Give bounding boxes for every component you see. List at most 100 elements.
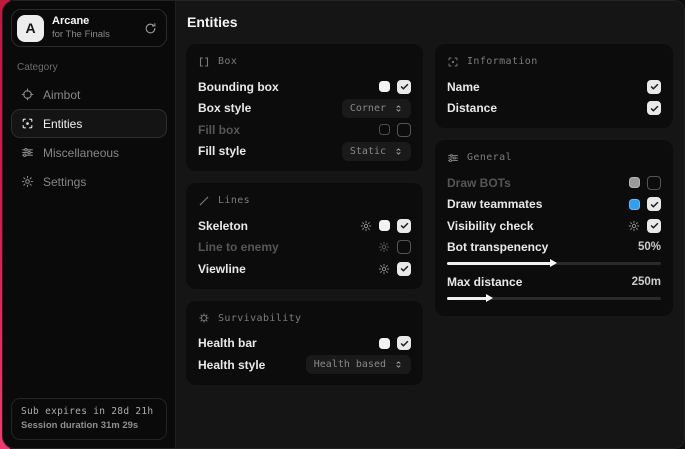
max-distance-value: 250m [632, 276, 661, 288]
health-bar-label: Health bar [198, 336, 257, 350]
max-distance-slider-group: Max distance 250m [447, 272, 661, 300]
crosshair-icon [21, 88, 34, 101]
sidebar-nav: Aimbot Entities Miscellaneous [11, 80, 167, 196]
line-to-enemy-checkbox[interactable] [397, 240, 411, 254]
category-label: Category [17, 62, 161, 73]
right-column: Information Name Distance [435, 44, 673, 316]
information-card-title: Information [467, 56, 538, 67]
lines-card-title: Lines [218, 195, 250, 206]
chevron-up-down-icon [394, 104, 403, 113]
fill-style-dropdown[interactable]: Static [342, 142, 411, 161]
scan-dot-icon [447, 56, 459, 68]
name-checkbox[interactable] [647, 80, 661, 94]
sidebar-item-settings[interactable]: Settings [11, 167, 167, 196]
chevron-up-down-icon [394, 147, 403, 156]
general-card-title: General [467, 152, 512, 163]
viewline-settings-gear-icon[interactable] [378, 263, 390, 275]
row-line-to-enemy: Line to enemy [198, 237, 411, 259]
bot-transparency-slider-thumb[interactable] [550, 259, 557, 267]
fill-box-label: Fill box [198, 123, 240, 137]
session-duration-text: Session duration 31m 29s [21, 420, 157, 431]
general-card-header: General [447, 149, 661, 166]
name-label: Name [447, 80, 480, 94]
box-style-value: Corner [350, 103, 386, 114]
row-distance: Distance [447, 98, 661, 120]
sub-expiry-text: Sub expires in 28d 21h [21, 406, 157, 417]
row-skeleton: Skeleton [198, 215, 411, 237]
lines-card-header: Lines [198, 192, 411, 209]
sidebar-item-entities[interactable]: Entities [11, 109, 167, 138]
bounding-box-label: Bounding box [198, 80, 279, 94]
draw-teammates-color-swatch[interactable] [629, 199, 640, 210]
visibility-check-label: Visibility check [447, 219, 534, 233]
gear-icon [21, 175, 34, 188]
health-bar-color-swatch[interactable] [379, 338, 390, 349]
skeleton-label: Skeleton [198, 219, 248, 233]
card-columns: Box Bounding box Box [186, 44, 673, 385]
bot-transparency-slider[interactable] [447, 262, 661, 265]
row-viewline: Viewline [198, 258, 411, 280]
pulse-circle-icon [198, 312, 210, 324]
survivability-card: Survivability Health bar [186, 301, 423, 385]
fill-box-color-swatch[interactable] [379, 124, 390, 135]
bot-transparency-label: Bot transpenency [447, 240, 548, 254]
max-distance-slider[interactable] [447, 297, 661, 300]
line-to-enemy-settings-gear-icon[interactable] [378, 241, 390, 253]
draw-bots-checkbox[interactable] [647, 176, 661, 190]
visibility-check-checkbox[interactable] [647, 219, 661, 233]
bounding-box-color-swatch[interactable] [379, 81, 390, 92]
general-card: General Draw BOTs Dr [435, 140, 673, 316]
row-bounding-box: Bounding box [198, 76, 411, 98]
sidebar-item-miscellaneous[interactable]: Miscellaneous [11, 138, 167, 167]
row-health-bar: Health bar [198, 333, 411, 355]
fill-style-value: Static [350, 146, 386, 157]
box-card: Box Bounding box Box [186, 44, 423, 171]
subscription-info-card: Sub expires in 28d 21h Session duration … [11, 398, 167, 440]
row-draw-teammates: Draw teammates [447, 194, 661, 216]
health-style-label: Health style [198, 358, 265, 372]
row-box-style: Box style Corner [198, 98, 411, 120]
sidebar: A Arcane for The Finals Category Aimbot [3, 1, 176, 448]
sync-icon[interactable] [144, 22, 157, 35]
row-health-style: Health style Health based [198, 354, 411, 376]
max-distance-slider-thumb[interactable] [486, 294, 493, 302]
health-style-dropdown[interactable]: Health based [306, 355, 411, 374]
box-card-title: Box [218, 56, 237, 67]
row-fill-box: Fill box [198, 119, 411, 141]
health-bar-checkbox[interactable] [397, 336, 411, 350]
distance-label: Distance [447, 101, 497, 115]
draw-bots-color-swatch[interactable] [629, 177, 640, 188]
viewline-checkbox[interactable] [397, 262, 411, 276]
bounding-box-checkbox[interactable] [397, 80, 411, 94]
row-draw-bots: Draw BOTs [447, 172, 661, 194]
brackets-icon [198, 56, 210, 68]
sidebar-item-label: Settings [43, 175, 86, 189]
bot-transparency-slider-fill [447, 262, 554, 265]
box-style-dropdown[interactable]: Corner [342, 99, 411, 118]
main-panel: Entities Box Bounding box [176, 1, 685, 448]
line-to-enemy-label: Line to enemy [198, 240, 279, 254]
skeleton-settings-gear-icon[interactable] [360, 220, 372, 232]
chevron-up-down-icon [394, 360, 403, 369]
app-meta: Arcane for The Finals [52, 15, 110, 41]
distance-checkbox[interactable] [647, 101, 661, 115]
scan-person-icon [21, 117, 34, 130]
app-logo: A [17, 15, 44, 42]
lines-card: Lines Skeleton [186, 183, 423, 289]
row-name: Name [447, 76, 661, 98]
row-visibility-check: Visibility check [447, 215, 661, 237]
sidebar-item-aimbot[interactable]: Aimbot [11, 80, 167, 109]
sidebar-item-label: Aimbot [43, 88, 80, 102]
left-column: Box Bounding box Box [186, 44, 423, 385]
sliders-icon [447, 152, 459, 164]
skeleton-color-swatch[interactable] [379, 220, 390, 231]
box-style-label: Box style [198, 101, 251, 115]
skeleton-checkbox[interactable] [397, 219, 411, 233]
fill-box-checkbox[interactable] [397, 123, 411, 137]
draw-teammates-checkbox[interactable] [647, 197, 661, 211]
visibility-check-settings-gear-icon[interactable] [628, 220, 640, 232]
desktop-background: A Arcane for The Finals Category Aimbot [0, 0, 685, 449]
survivability-card-title: Survivability [218, 313, 301, 324]
survivability-card-header: Survivability [198, 310, 411, 327]
max-distance-slider-fill [447, 297, 490, 300]
